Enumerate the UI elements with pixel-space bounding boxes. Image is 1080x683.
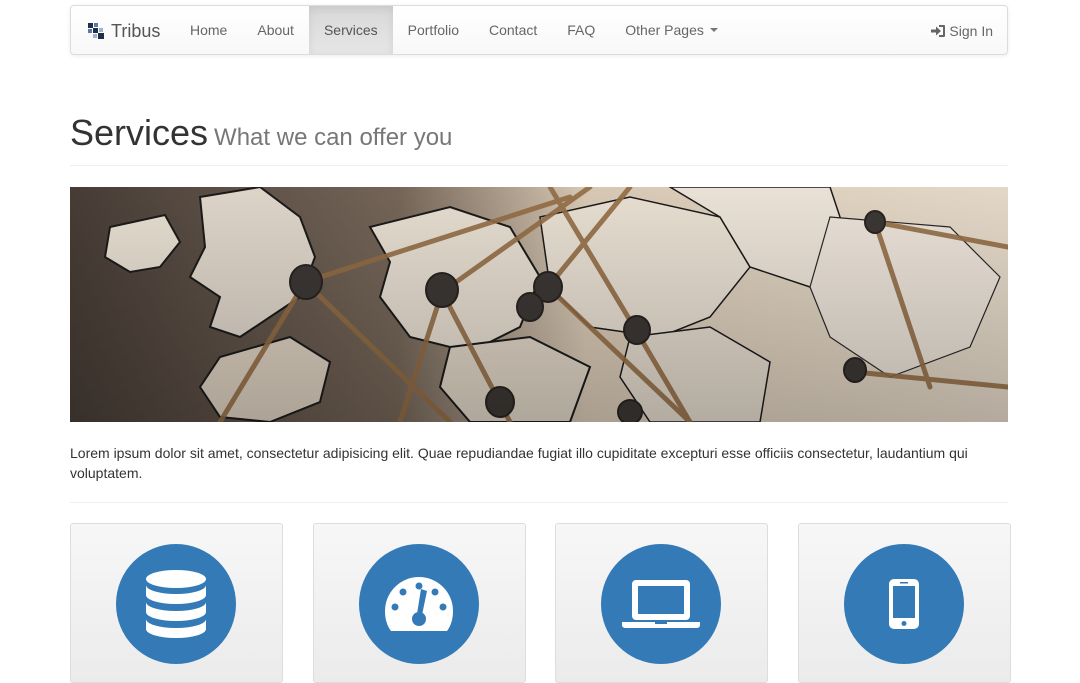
intro-paragraph: Lorem ipsum dolor sit amet, consectetur …	[70, 445, 968, 481]
feature-icon-circle	[359, 544, 479, 664]
feature-card-dashboard	[313, 523, 526, 683]
dashboard-gauge-icon	[385, 577, 453, 631]
europe-map-image	[70, 187, 1008, 422]
nav-other-pages-label: Other Pages	[625, 22, 704, 38]
nav-about[interactable]: About	[242, 6, 309, 54]
navbar: Tribus Home About Services Portfolio Con…	[70, 5, 1008, 55]
feature-icon-circle	[116, 544, 236, 664]
feature-icon-circle	[601, 544, 721, 664]
mobile-phone-icon	[889, 579, 919, 629]
page-header: Services What we can offer you	[70, 112, 1008, 166]
hero-image	[70, 187, 1008, 422]
nav-faq[interactable]: FAQ	[552, 6, 610, 54]
database-icon	[146, 570, 206, 638]
nav-home[interactable]: Home	[175, 6, 242, 54]
laptop-icon	[622, 580, 700, 628]
nav-other-pages-dropdown[interactable]: Other Pages	[610, 6, 733, 54]
sign-in-label: Sign In	[949, 23, 993, 39]
brand-name: Tribus	[111, 20, 161, 41]
nav-services[interactable]: Services	[308, 6, 393, 54]
nav-portfolio[interactable]: Portfolio	[393, 6, 474, 54]
brand-link[interactable]: Tribus	[88, 6, 160, 56]
feature-icon-circle	[844, 544, 964, 664]
main-nav: Home About Services Portfolio Contact FA…	[175, 6, 733, 56]
nav-contact[interactable]: Contact	[474, 6, 552, 54]
sign-in-link[interactable]: Sign In	[930, 6, 993, 56]
section-divider	[70, 502, 1008, 503]
feature-card-database	[70, 523, 283, 683]
page-title: Services	[70, 112, 209, 153]
page-subtitle: What we can offer you	[214, 124, 453, 151]
tiles-logo-icon	[88, 23, 104, 39]
feature-card-mobile	[798, 523, 1011, 683]
sign-in-icon	[931, 25, 946, 37]
caret-down-icon	[709, 28, 718, 32]
feature-card-laptop	[555, 523, 768, 683]
